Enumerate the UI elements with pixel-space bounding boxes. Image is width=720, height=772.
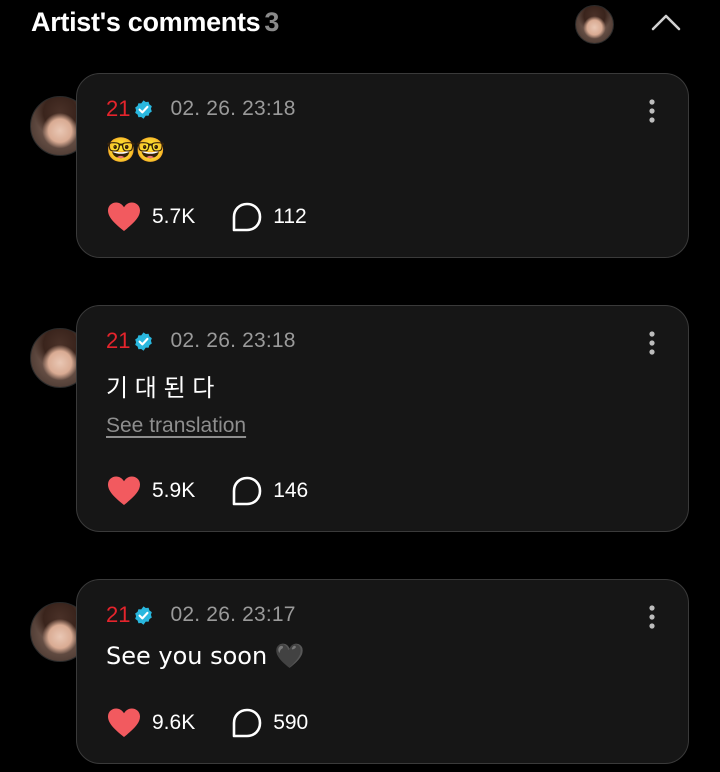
comments-header: Artist's comments 3: [0, 0, 720, 50]
comment-card: 21 02. 26. 23:18 기 대 된 다 See translation…: [76, 305, 689, 532]
like-button[interactable]: 5.9K: [106, 475, 195, 507]
comment-count: 3: [264, 7, 280, 37]
reply-count: 112: [273, 205, 307, 228]
reply-button[interactable]: 112: [231, 201, 307, 233]
like-count: 9.6K: [152, 711, 196, 734]
author-name[interactable]: 21: [106, 602, 130, 628]
verified-badge-icon: [135, 99, 153, 119]
reply-button[interactable]: 590: [231, 707, 308, 739]
comment-card: 21 02. 26. 23:18 🤓🤓 5.7K 112: [76, 73, 689, 258]
comment-meta: 21 02. 26. 23:18: [106, 328, 296, 354]
like-button[interactable]: 9.6K: [106, 707, 195, 739]
like-button[interactable]: 5.7K: [106, 201, 195, 233]
heart-icon: [108, 202, 140, 231]
comment-actions: 5.7K 112: [106, 199, 307, 235]
like-count: 5.7K: [152, 205, 196, 228]
header-title-text: Artist's comments: [31, 7, 261, 37]
comment-text: See you soon 🖤: [106, 642, 305, 670]
comment-bubble-icon: [232, 202, 262, 232]
comment-actions: 9.6K 590: [106, 705, 308, 741]
comment-actions: 5.9K 146: [106, 473, 308, 509]
verified-badge-icon: [135, 605, 153, 625]
more-vertical-icon[interactable]: [642, 97, 662, 125]
chevron-up-icon[interactable]: [648, 8, 684, 38]
reply-count: 590: [273, 711, 309, 734]
comment-bubble-icon: [232, 708, 262, 738]
comment-bubble-icon: [232, 476, 262, 506]
header-title: Artist's comments 3: [31, 7, 279, 38]
heart-icon: [108, 476, 140, 505]
comment-text: 기 대 된 다: [106, 375, 215, 402]
comment-card: 21 02. 26. 23:17 See you soon 🖤 9.6K 590: [76, 579, 689, 764]
comment-timestamp: 02. 26. 23:17: [170, 603, 296, 626]
comment-timestamp: 02. 26. 23:18: [170, 97, 296, 120]
comment-text: 🤓🤓: [106, 136, 166, 164]
comment-meta: 21 02. 26. 23:17: [106, 602, 296, 628]
verified-badge-icon: [135, 331, 153, 351]
reply-button[interactable]: 146: [231, 475, 308, 507]
author-name[interactable]: 21: [106, 328, 130, 354]
more-vertical-icon[interactable]: [642, 329, 662, 357]
comment-timestamp: 02. 26. 23:18: [170, 329, 296, 352]
author-name[interactable]: 21: [106, 96, 130, 122]
artist-avatar[interactable]: [575, 5, 614, 44]
reply-count: 146: [273, 479, 309, 502]
see-translation-link[interactable]: See translation: [106, 414, 246, 438]
more-vertical-icon[interactable]: [642, 603, 662, 631]
like-count: 5.9K: [152, 479, 196, 502]
comment-meta: 21 02. 26. 23:18: [106, 96, 296, 122]
heart-icon: [108, 708, 140, 737]
